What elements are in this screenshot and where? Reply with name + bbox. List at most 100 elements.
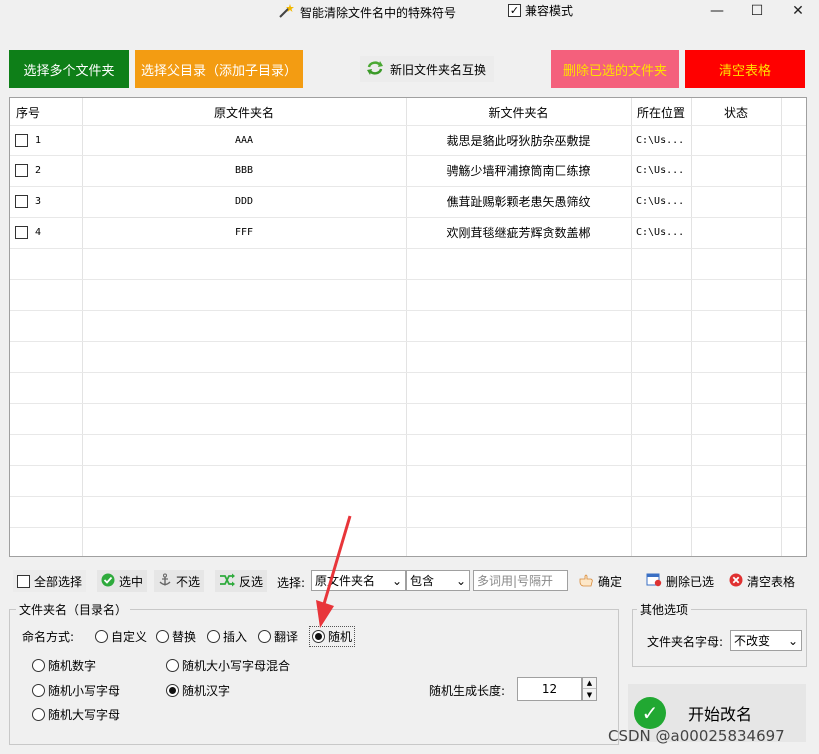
radio-circle[interactable] bbox=[207, 630, 220, 643]
compat-mode-checkbox[interactable]: ✓ 兼容模式 bbox=[508, 2, 573, 19]
refresh-icon bbox=[366, 60, 384, 79]
row-divider bbox=[10, 248, 806, 249]
row-divider bbox=[10, 465, 806, 466]
clear-table-button[interactable]: 清空表格 bbox=[685, 50, 805, 88]
row-checkbox[interactable]: 3 bbox=[15, 186, 41, 216]
row-checkbox[interactable]: 4 bbox=[15, 217, 41, 247]
spin-up-icon[interactable]: ▲ bbox=[583, 678, 596, 689]
select-label: 选中 bbox=[119, 574, 144, 589]
match-mode-value: 包含 bbox=[410, 574, 435, 588]
invert-label: 反选 bbox=[239, 574, 264, 589]
close-button[interactable]: ✕ bbox=[778, 0, 818, 22]
radio-circle[interactable] bbox=[32, 659, 45, 672]
choose-label: 选择: bbox=[277, 576, 306, 590]
method-insert-radio[interactable]: 插入 bbox=[207, 628, 247, 645]
method-translate-label: 翻译 bbox=[274, 630, 299, 644]
checkbox-box[interactable] bbox=[15, 133, 28, 147]
clear-table-small-button[interactable]: 清空表格 bbox=[725, 570, 799, 592]
status-cell bbox=[691, 217, 781, 247]
naming-method-label: 命名方式: bbox=[22, 630, 75, 644]
random-mixed-case-radio[interactable]: 随机大小写字母混合 bbox=[166, 657, 290, 674]
radio-circle-selected[interactable] bbox=[166, 684, 179, 697]
radio-circle[interactable] bbox=[166, 659, 179, 672]
folder-table[interactable]: 序号 原文件夹名 新文件夹名 所在位置 状态 1 AAA 裁思是貉此呀狄肪杂巫敷… bbox=[9, 97, 807, 557]
spin-down-icon[interactable]: ▼ bbox=[583, 689, 596, 700]
chevron-down-icon: ⌄ bbox=[787, 633, 798, 648]
checkbox-box[interactable] bbox=[15, 225, 28, 239]
select-button[interactable]: 选中 bbox=[97, 570, 148, 592]
random-digits-radio[interactable]: 随机数字 bbox=[32, 657, 96, 674]
row-divider bbox=[10, 279, 806, 280]
check-circle-icon bbox=[101, 573, 115, 590]
new-name-cell: 僬茸趾赐彰颗老患矢愚筛纹 bbox=[446, 194, 591, 209]
naming-group-title: 文件夹名（目录名） bbox=[16, 601, 131, 618]
maximize-button[interactable]: ☐ bbox=[737, 0, 777, 22]
select-parent-dir-button[interactable]: 选择父目录（添加子目录） bbox=[135, 50, 303, 88]
anchor-icon bbox=[158, 573, 172, 590]
checkbox-box[interactable] bbox=[17, 574, 30, 588]
method-custom-radio[interactable]: 自定义 bbox=[95, 628, 147, 645]
column-header-status[interactable]: 状态 bbox=[691, 98, 781, 126]
random-chinese-radio[interactable]: 随机汉字 bbox=[166, 682, 230, 699]
status-cell bbox=[691, 155, 781, 185]
keyword-input[interactable]: 多词用|号隔开 bbox=[473, 570, 568, 591]
clear-table-label: 清空表格 bbox=[747, 574, 796, 589]
column-header-index[interactable]: 序号 bbox=[16, 98, 82, 126]
row-divider bbox=[10, 434, 806, 435]
location-cell: C:\Us... bbox=[636, 195, 685, 207]
deselect-button[interactable]: 不选 bbox=[154, 570, 205, 592]
row-divider bbox=[10, 527, 806, 528]
random-uppercase-label: 随机大写字母 bbox=[48, 708, 121, 722]
table-row[interactable]: 2 BBB 骋觞少墙秤浦撩筒南匚练撩 C:\Us... bbox=[10, 155, 806, 186]
random-uppercase-radio[interactable]: 随机大写字母 bbox=[32, 706, 120, 723]
start-rename-label: 开始改名 bbox=[688, 705, 753, 724]
delete-selected-button[interactable]: 删除已选 bbox=[642, 570, 718, 592]
random-chinese-label: 随机汉字 bbox=[182, 684, 231, 698]
letter-case-label: 文件夹名字母: bbox=[647, 635, 724, 649]
select-all-label: 全部选择 bbox=[34, 574, 83, 589]
title-group: 智能清除文件名中的特殊符号 bbox=[278, 0, 456, 24]
row-checkbox[interactable]: 1 bbox=[15, 125, 41, 155]
shuffle-icon bbox=[219, 573, 235, 590]
random-length-input[interactable]: 12 bbox=[517, 677, 582, 701]
row-index: 1 bbox=[35, 134, 42, 146]
swap-names-button[interactable]: 新旧文件夹名互换 bbox=[360, 56, 494, 82]
other-options-title: 其他选项 bbox=[637, 601, 692, 618]
minimize-button[interactable]: — bbox=[697, 0, 737, 22]
table-row[interactable]: 3 DDD 僬茸趾赐彰颗老患矢愚筛纹 C:\Us... bbox=[10, 186, 806, 217]
radio-circle[interactable] bbox=[32, 684, 45, 697]
swap-names-label: 新旧文件夹名互换 bbox=[390, 62, 487, 77]
select-multiple-folders-button[interactable]: 选择多个文件夹 bbox=[9, 50, 129, 88]
match-mode-select[interactable]: 包含 ⌄ bbox=[406, 570, 470, 591]
select-all-checkbox[interactable]: 全部选择 bbox=[13, 570, 87, 592]
column-header-location[interactable]: 所在位置 bbox=[631, 98, 691, 126]
method-replace-radio[interactable]: 替换 bbox=[156, 628, 196, 645]
row-divider bbox=[10, 403, 806, 404]
location-cell: C:\Us... bbox=[636, 226, 685, 238]
invert-button[interactable]: 反选 bbox=[215, 570, 268, 592]
method-translate-radio[interactable]: 翻译 bbox=[258, 628, 298, 645]
column-header-new-name[interactable]: 新文件夹名 bbox=[406, 98, 631, 126]
radio-circle[interactable] bbox=[258, 630, 271, 643]
delete-selected-folders-button[interactable]: 删除已选的文件夹 bbox=[551, 50, 679, 88]
checkbox-box[interactable] bbox=[15, 163, 28, 177]
table-row[interactable]: 1 AAA 裁思是貉此呀狄肪杂巫敷提 C:\Us... bbox=[10, 125, 806, 155]
random-lowercase-radio[interactable]: 随机小写字母 bbox=[32, 682, 120, 699]
table-row[interactable]: 4 FFF 欢刚茸毯继疵芳辉贪数盖郴 C:\Us... bbox=[10, 217, 806, 248]
radio-circle[interactable] bbox=[156, 630, 169, 643]
letter-case-select[interactable]: 不改变 ⌄ bbox=[730, 630, 802, 651]
checkbox-box[interactable]: ✓ bbox=[508, 4, 521, 17]
confirm-button[interactable]: 确定 bbox=[574, 570, 626, 592]
radio-circle[interactable] bbox=[95, 630, 108, 643]
red-arrow-annotation bbox=[310, 514, 360, 633]
column-header-original-name[interactable]: 原文件夹名 bbox=[82, 98, 406, 126]
letter-case-value: 不改变 bbox=[734, 634, 771, 648]
chevron-down-icon: ⌄ bbox=[391, 573, 402, 588]
radio-circle[interactable] bbox=[32, 708, 45, 721]
row-checkbox[interactable]: 2 bbox=[15, 155, 41, 185]
location-cell: C:\Us... bbox=[636, 164, 685, 176]
row-index: 4 bbox=[35, 226, 42, 238]
checkbox-box[interactable] bbox=[15, 194, 28, 208]
magic-wand-icon bbox=[278, 3, 294, 22]
length-spinner[interactable]: ▲ ▼ bbox=[582, 677, 597, 701]
